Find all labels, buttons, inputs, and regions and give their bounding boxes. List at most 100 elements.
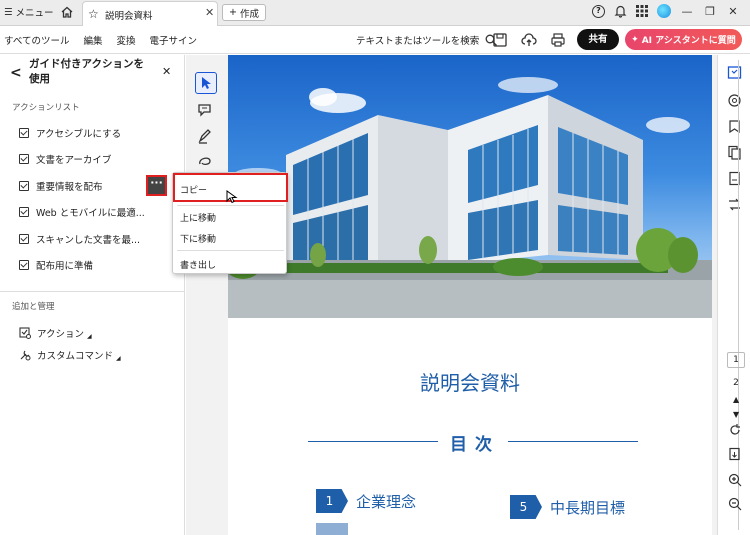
checklist-icon — [19, 128, 29, 138]
bell-icon[interactable] — [614, 4, 627, 18]
attachment-icon[interactable] — [727, 171, 742, 186]
menu-item-move-down[interactable]: 下に移動 — [180, 232, 216, 245]
close-tab-icon[interactable]: ✕ — [205, 6, 214, 19]
pointer-icon — [202, 77, 211, 89]
action-item-label: Web とモバイルに最適... — [36, 208, 145, 219]
main-toolbar: すべてのツール 編集 変換 電子サイン テキストまたはツールを検索 共有 ✦ A… — [0, 26, 750, 54]
menu-convert[interactable]: 変換 — [116, 33, 135, 47]
select-tool[interactable] — [195, 72, 217, 94]
toc-item-number: 5 — [510, 495, 542, 519]
plus-icon: + — [229, 7, 237, 18]
menu-edit[interactable]: 編集 — [83, 33, 102, 47]
action-item-optimize-web[interactable]: Web とモバイルに最適... — [19, 205, 145, 219]
close-panel-icon[interactable]: ✕ — [162, 65, 171, 78]
star-icon[interactable]: ☆ — [88, 7, 99, 21]
action-item-prepare-distribution[interactable]: 配布用に準備 — [19, 258, 93, 272]
title-bar: ☰ メニュー ☆ 説明会資料 ✕ + 作成 ? — ❐ ✕ — [0, 0, 750, 26]
checklist-icon — [19, 154, 29, 164]
action-item-label: 文書をアーカイブ — [36, 155, 112, 166]
menu-item-move-up[interactable]: 上に移動 — [180, 211, 216, 224]
action-item-archive[interactable]: 文書をアーカイブ — [19, 152, 111, 166]
manage-item-label: アクション — [37, 328, 85, 340]
save-icon[interactable] — [492, 32, 508, 48]
zoom-in-icon[interactable] — [728, 473, 742, 487]
menu-button[interactable]: ☰ メニュー — [4, 5, 54, 20]
tab-title: 説明会資料 — [105, 11, 153, 22]
avatar[interactable] — [657, 4, 671, 18]
toc-item-label: 企業理念 — [356, 492, 417, 511]
current-page-number[interactable]: 1 — [727, 352, 745, 368]
print-icon[interactable] — [550, 32, 566, 48]
pages-icon[interactable] — [727, 145, 742, 160]
action-item-label: 重要情報を配布 — [36, 182, 103, 193]
at-sign-icon[interactable] — [727, 93, 742, 108]
ai-assistant-button[interactable]: ✦ AI アシスタントに質問 — [625, 29, 742, 50]
back-chevron-icon[interactable]: < — [10, 65, 22, 81]
refresh-icon[interactable] — [728, 423, 742, 437]
scroll-down-icon[interactable]: ▼ — [733, 410, 739, 419]
panel-divider — [0, 291, 185, 292]
comment-icon — [198, 104, 211, 117]
scroll-up-icon[interactable]: ▲ — [733, 395, 739, 404]
lasso-icon — [199, 157, 211, 165]
page-download-icon[interactable] — [728, 447, 742, 461]
document-page: 説明会資料 目次 1 企業理念 5 中長期目標 — [228, 55, 712, 535]
manage-actions[interactable]: アクション ◢ — [19, 325, 92, 340]
action-item-scanned[interactable]: スキャンした文書を最... — [19, 232, 140, 246]
compare-icon[interactable] — [727, 197, 742, 212]
toc-item-label: 中長期目標 — [550, 498, 626, 517]
highlight-tool[interactable] — [195, 126, 217, 148]
ai-assistant-label: AI アシスタントに質問 — [641, 36, 736, 46]
menu-esign[interactable]: 電子サイン — [150, 33, 198, 47]
share-button[interactable]: 共有 — [577, 29, 619, 50]
hamburger-icon: ☰ — [4, 6, 13, 18]
panel-title: ガイド付きアクションを使用 — [29, 58, 144, 85]
bookmark-icon[interactable] — [727, 119, 742, 134]
comment-tool[interactable] — [195, 100, 217, 122]
ai-sparkle-icon: ✦ — [631, 34, 639, 45]
pen-icon — [198, 129, 211, 144]
apps-grid-icon[interactable] — [636, 5, 648, 17]
building-photo — [228, 55, 712, 318]
manage-heading: 追加と管理 — [12, 302, 55, 312]
search-tools-field[interactable]: テキストまたはツールを検索 — [356, 33, 498, 47]
restore-icon[interactable]: ❐ — [703, 5, 717, 18]
new-tab-label: 作成 — [239, 8, 259, 20]
cloud-upload-icon[interactable] — [521, 32, 537, 48]
toc-divider-left — [308, 441, 438, 442]
zoom-out-icon[interactable] — [728, 497, 742, 511]
toc-item-number-partial — [316, 523, 348, 535]
action-item-distribute-key-info[interactable]: 重要情報を配布 — [19, 179, 103, 193]
action-item-label: 配布用に準備 — [36, 261, 94, 272]
more-options-button[interactable]: ··· — [146, 175, 167, 196]
menu-all-tools[interactable]: すべてのツール — [4, 33, 69, 47]
menu-item-export[interactable]: 書き出し — [180, 258, 216, 271]
checklist-icon — [19, 260, 29, 270]
guided-actions-panel: < ガイド付きアクションを使用 ✕ アクションリスト アクセシブルにする 文書を… — [0, 55, 185, 535]
close-window-icon[interactable]: ✕ — [726, 5, 740, 18]
menu-separator — [177, 250, 284, 251]
checklist-icon — [19, 234, 29, 244]
menu-item-copy[interactable]: コピー — [180, 183, 207, 196]
mouse-cursor-icon — [226, 190, 238, 204]
right-rail — [717, 55, 750, 535]
toc-item: 1 企業理念 — [316, 489, 416, 513]
action-wizard-icon — [19, 326, 31, 339]
toc-title: 目次 — [450, 435, 500, 455]
annotation-toolbar — [192, 60, 222, 180]
building-illustration — [228, 77, 712, 318]
home-icon[interactable] — [60, 5, 74, 19]
help-icon[interactable]: ? — [592, 4, 605, 18]
toc-divider-right — [508, 441, 638, 442]
document-tab[interactable]: ☆ 説明会資料 ✕ — [82, 1, 218, 26]
action-item-label: スキャンした文書を最... — [36, 235, 141, 246]
action-list-heading: アクションリスト — [12, 103, 80, 113]
submenu-corner-icon: ◢ — [116, 355, 121, 362]
new-tab-button[interactable]: + 作成 — [222, 4, 266, 21]
manage-item-label: カスタムコマンド — [37, 350, 114, 362]
draw-tool[interactable] — [195, 152, 217, 174]
manage-custom-commands[interactable]: カスタムコマンド ◢ — [19, 347, 121, 362]
action-item-accessible[interactable]: アクセシブルにする — [19, 126, 121, 140]
minimize-icon[interactable]: — — [680, 5, 694, 18]
ai-panel-icon[interactable] — [727, 65, 742, 80]
